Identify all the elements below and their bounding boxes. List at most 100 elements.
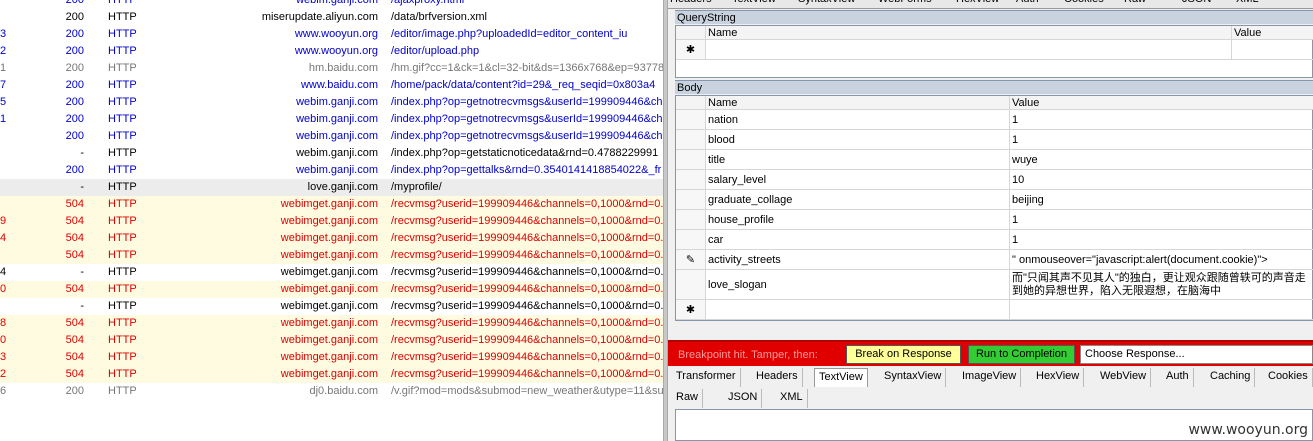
response-tab-webview[interactable]: WebView [1096, 368, 1152, 387]
session-row[interactable]: 7 200 HTTP www.baidu.com/home/pack/data/con… [0, 77, 663, 94]
session-row[interactable]: 5 200 HTTP webim.ganji.com/index.php?op=get… [0, 94, 663, 111]
response-tab-syntaxview[interactable]: SyntaxView [880, 368, 947, 387]
response-tab-textview[interactable]: TextView [814, 368, 868, 387]
body-param-value[interactable]: 而"只闻其声不见其人"的独白，更让观众跟随曾轶可的声音走到她的异想世界，陷入无限… [1010, 270, 1313, 300]
body-param-value[interactable]: 1 [1010, 210, 1313, 230]
run-to-completion-button[interactable]: Run to Completion [968, 345, 1075, 364]
response-tab-hexview[interactable]: HexView [1032, 368, 1085, 387]
response-tab-auth[interactable]: Auth [1162, 368, 1194, 387]
session-row[interactable]: - HTTP love.ganji.com/myprofile/ [0, 179, 663, 196]
session-row[interactable]: 200 HTTP webim.ganji.com/index.php?op=gett… [0, 162, 663, 179]
session-url: /ajaxproxy.html [391, 0, 465, 6]
response-tab-headers[interactable]: Headers [752, 368, 803, 387]
body-param-name[interactable]: title [706, 150, 1010, 170]
response-tab-transformer[interactable]: Transformer [672, 368, 741, 387]
session-url: /v.gif?mod=mods&submod=new_weather&utype… [391, 385, 663, 397]
response-tab-caching[interactable]: Caching [1206, 368, 1256, 387]
row-header[interactable] [676, 110, 706, 130]
session-row[interactable]: 200 HTTP miserupdate.aliyun.com/data/brfve… [0, 9, 663, 26]
session-row[interactable]: 6 200 HTTP dj0.baidu.com/v.gif?mod=mods&sub… [0, 383, 663, 400]
session-row[interactable]: 0 504 HTTP webimget.ganji.com/recvmsg?useri… [0, 332, 663, 349]
qs-new-value[interactable] [1232, 40, 1313, 60]
row-header[interactable] [676, 170, 706, 190]
row-header[interactable] [676, 270, 706, 300]
body-param-name[interactable]: house_profile [706, 210, 1010, 230]
session-result: 200 [65, 79, 84, 91]
session-row[interactable]: 200 HTTP webim.ganji.com/ajaxproxy.html [0, 0, 663, 9]
edit-row-icon[interactable]: ✎ [676, 250, 706, 270]
response-tab-cookies[interactable]: Cookies [1264, 368, 1313, 387]
body-param-value[interactable]: wuye [1010, 150, 1313, 170]
session-url: /index.php?op=gettalks&rnd=0.35401414188… [391, 164, 662, 176]
session-list: 200 HTTP webim.ganji.com/ajaxproxy.html 200… [0, 0, 663, 441]
qs-col-name[interactable]: Name [706, 26, 1232, 40]
body-new-value[interactable] [1010, 300, 1313, 320]
session-row[interactable]: 504 HTTP webimget.ganji.com/recvmsg?userid… [0, 196, 663, 213]
body-param-name[interactable]: activity_streets [706, 250, 1010, 270]
session-row[interactable]: 2 200 HTTP www.wooyun.org/editor/upload.php [0, 43, 663, 60]
request-tab-headers[interactable]: Headers [670, 0, 712, 5]
session-protocol: HTTP [108, 113, 137, 125]
body-param-name[interactable]: graduate_collage [706, 190, 1010, 210]
session-row[interactable]: 200 HTTP webim.ganji.com/index.php?op=getn… [0, 128, 663, 145]
session-row[interactable]: 1 200 HTTP webim.ganji.com/index.php?op=get… [0, 111, 663, 128]
request-tab-json[interactable]: JSON [1182, 0, 1211, 5]
session-row[interactable]: 4 504 HTTP webimget.ganji.com/recvmsg?useri… [0, 230, 663, 247]
body-param-name[interactable]: nation [706, 110, 1010, 130]
session-row[interactable]: 4 - HTTP webimget.ganji.com/recvmsg?userid=… [0, 264, 663, 281]
request-tab-textview[interactable]: TextView [732, 0, 776, 5]
body-param-value[interactable]: " onmouseover="javascript:alert(document… [1010, 250, 1313, 270]
body-param-name[interactable]: love_slogan [706, 270, 1010, 300]
request-tab-auth[interactable]: Auth [1016, 0, 1039, 5]
request-tab-syntaxview[interactable]: SyntaxView [798, 0, 855, 5]
request-tab-cookies[interactable]: Cookies [1064, 0, 1104, 5]
session-row[interactable]: 9 504 HTTP webimget.ganji.com/recvmsg?useri… [0, 213, 663, 230]
request-tab-hexview[interactable]: HexView [956, 0, 999, 5]
response-tab-json[interactable]: JSON [724, 389, 763, 408]
break-on-response-button[interactable]: Break on Response [846, 345, 961, 364]
response-tab-raw[interactable]: Raw [672, 389, 704, 408]
session-row[interactable]: 0 504 HTTP webimget.ganji.com/recvmsg?useri… [0, 281, 663, 298]
session-protocol: HTTP [108, 164, 137, 176]
session-row[interactable]: - HTTP webimget.ganji.com/recvmsg?userid=1… [0, 298, 663, 315]
session-row[interactable]: 3 504 HTTP webimget.ganji.com/recvmsg?useri… [0, 349, 663, 366]
body-new-row-icon[interactable]: ✱ [676, 300, 706, 320]
choose-response-dropdown[interactable]: Choose Response... [1080, 345, 1313, 364]
body-col-name[interactable]: Name [706, 96, 1010, 110]
request-tab-xml[interactable]: XML [1236, 0, 1259, 5]
body-param-value[interactable]: 1 [1010, 110, 1313, 130]
session-row[interactable]: 504 HTTP webimget.ganji.com/recvmsg?userid… [0, 247, 663, 264]
session-row[interactable]: - HTTP webim.ganji.com/index.php?op=getsta… [0, 145, 663, 162]
body-param-value[interactable]: 10 [1010, 170, 1313, 190]
body-new-name[interactable] [706, 300, 1010, 320]
qs-new-row-icon[interactable]: ✱ [676, 40, 706, 60]
session-id: 4 [0, 232, 7, 244]
body-param-value[interactable]: beijing [1010, 190, 1313, 210]
request-tab-webforms[interactable]: WebForms [878, 0, 932, 5]
body-col-value[interactable]: Value [1010, 96, 1313, 110]
session-row[interactable]: 8 504 HTTP webimget.ganji.com/recvmsg?useri… [0, 315, 663, 332]
session-host: webim.ganji.com [296, 0, 378, 6]
body-param-name[interactable]: blood [706, 130, 1010, 150]
session-result: 200 [65, 62, 84, 74]
session-host: webimget.ganji.com [280, 368, 378, 380]
row-header[interactable] [676, 230, 706, 250]
qs-col-value[interactable]: Value [1232, 26, 1313, 40]
row-header[interactable] [676, 150, 706, 170]
session-row[interactable]: 2 504 HTTP webimget.ganji.com/recvmsg?useri… [0, 366, 663, 383]
session-row[interactable]: 3 200 HTTP www.wooyun.org/editor/image.php?… [0, 26, 663, 43]
response-tab-xml[interactable]: XML [776, 389, 808, 408]
row-header[interactable] [676, 190, 706, 210]
response-tab-imageview[interactable]: ImageView [958, 368, 1022, 387]
row-header[interactable] [676, 210, 706, 230]
body-param-value[interactable]: 1 [1010, 130, 1313, 150]
body-param-name[interactable]: car [706, 230, 1010, 250]
row-header[interactable] [676, 130, 706, 150]
qs-new-name[interactable] [706, 40, 1232, 60]
request-tab-raw[interactable]: Raw [1124, 0, 1146, 5]
session-host: www.wooyun.org [294, 45, 378, 57]
session-row[interactable]: 1 200 HTTP hm.baidu.com/hm.gif?cc=1&ck=1&cl… [0, 60, 663, 77]
body-param-name[interactable]: salary_level [706, 170, 1010, 190]
body-param-value[interactable]: 1 [1010, 230, 1313, 250]
session-result: 200 [65, 113, 84, 125]
